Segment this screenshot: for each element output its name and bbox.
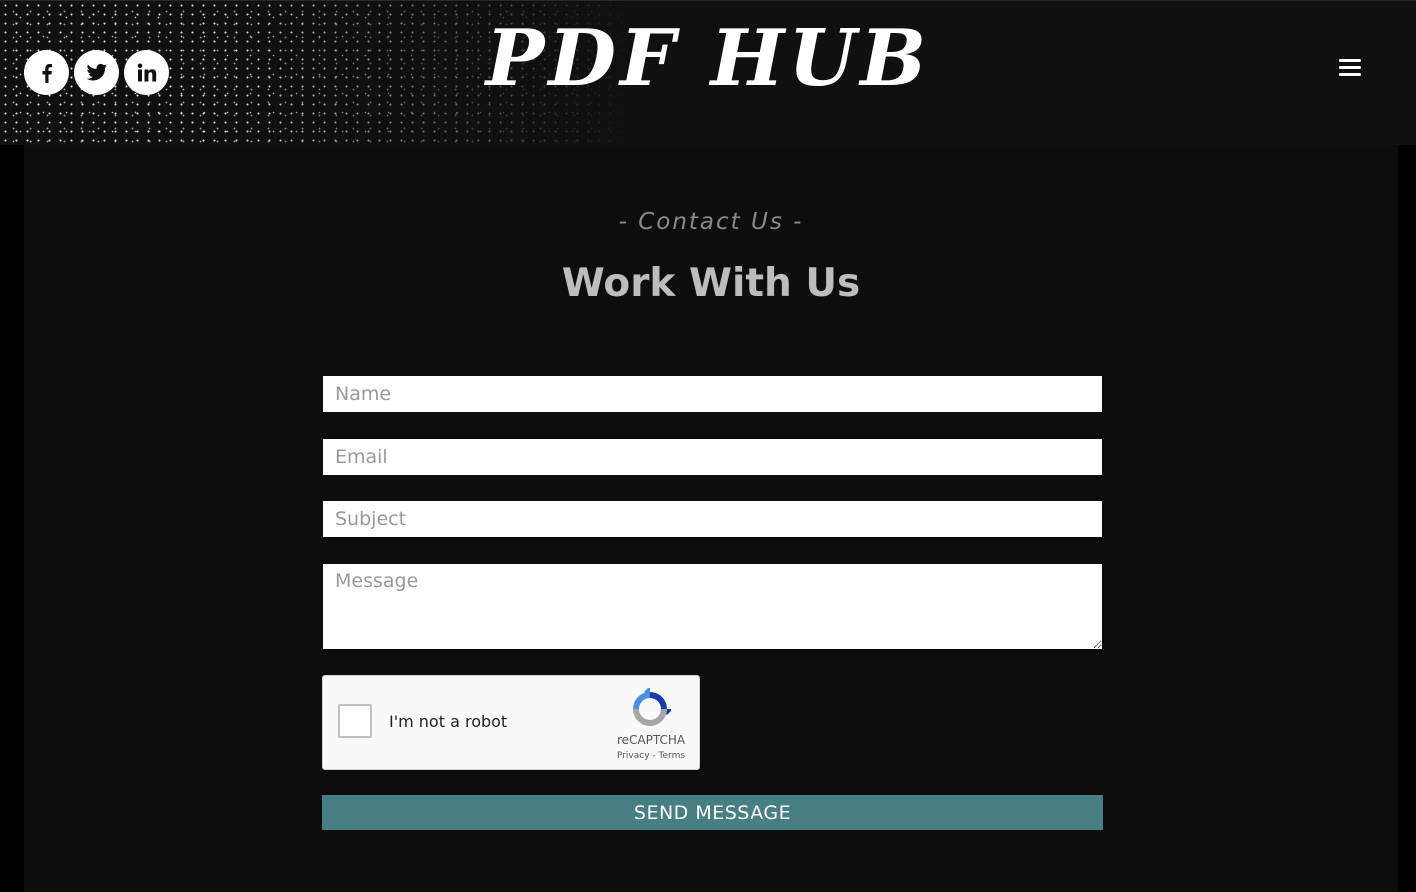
- name-input[interactable]: [323, 376, 1102, 412]
- recaptcha-privacy-link[interactable]: Privacy: [617, 751, 650, 761]
- subject-input[interactable]: [323, 501, 1102, 537]
- email-input[interactable]: [323, 439, 1102, 475]
- section-heading: Work With Us: [561, 261, 861, 306]
- recaptcha-brand: reCAPTCHA: [616, 733, 686, 747]
- recaptcha-checkbox[interactable]: [338, 704, 372, 738]
- recaptcha-logo-icon: [629, 686, 673, 734]
- site-header: PDF HUB: [0, 0, 1416, 145]
- recaptcha-links: Privacy - Terms: [606, 751, 696, 761]
- send-message-button[interactable]: SEND MESSAGE: [322, 795, 1103, 830]
- menu-bar: [1339, 59, 1361, 62]
- message-textarea[interactable]: [323, 564, 1102, 649]
- menu-bar: [1339, 66, 1361, 69]
- site-logo[interactable]: PDF HUB: [0, 11, 1416, 107]
- recaptcha-label: I'm not a robot: [389, 712, 508, 731]
- menu-bar: [1339, 73, 1361, 76]
- hamburger-menu-button[interactable]: [1339, 59, 1361, 79]
- section-overline: - Contact Us -: [618, 209, 804, 235]
- recaptcha-terms-link[interactable]: Terms: [659, 751, 686, 761]
- contact-section: - Contact Us - Work With Us I'm not a ro…: [24, 145, 1398, 892]
- recaptcha-widget: I'm not a robot reCAPTCHA Privacy - Term…: [322, 675, 700, 770]
- recaptcha-link-separator: -: [649, 751, 659, 761]
